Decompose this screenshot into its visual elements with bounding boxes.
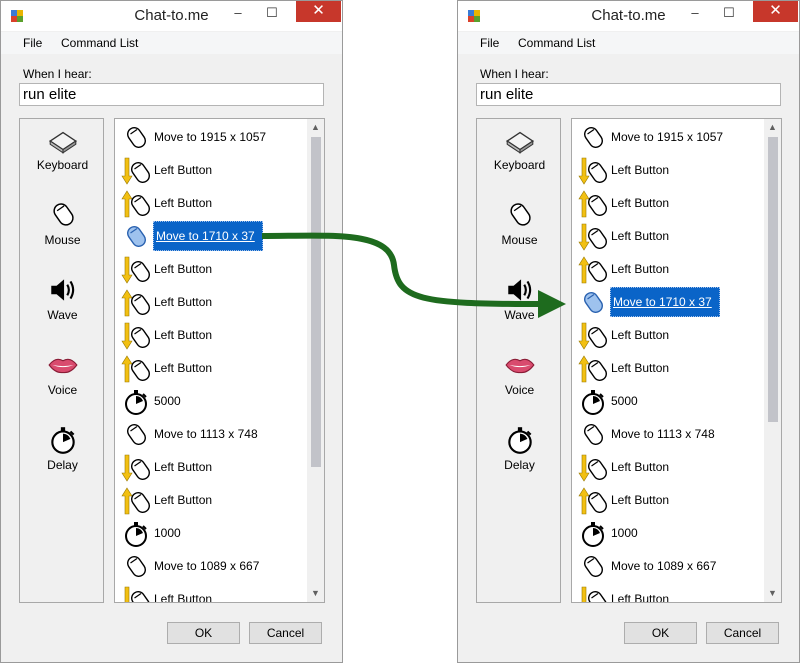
drag-arrow-head (538, 290, 566, 318)
drag-arrow (261, 232, 566, 318)
drag-arrow-path (261, 232, 541, 307)
